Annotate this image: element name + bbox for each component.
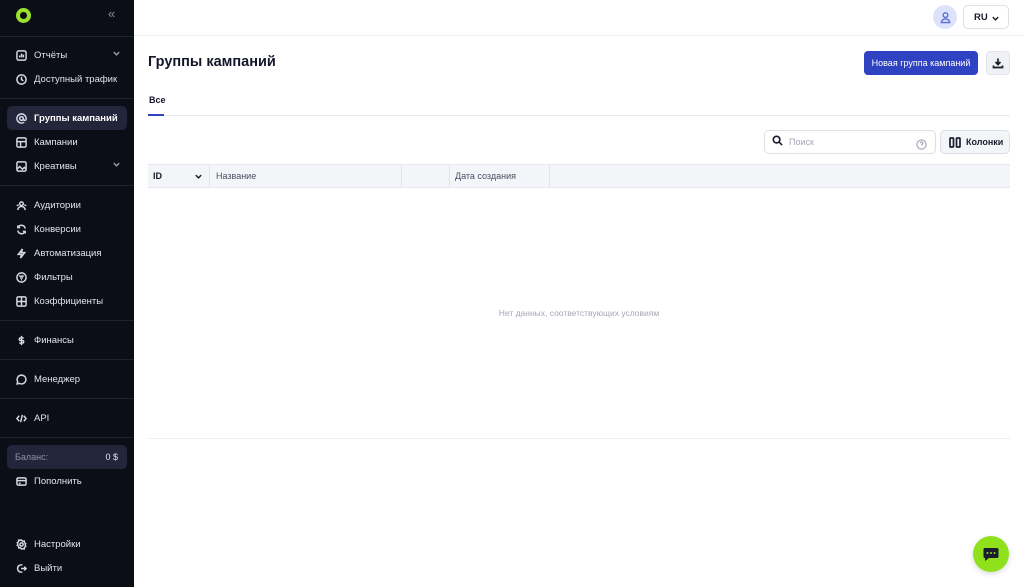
- active-tab-indicator: [148, 114, 164, 116]
- sidebar-divider: [0, 36, 134, 37]
- sidebar-item-label: Креативы: [34, 160, 77, 172]
- top-bar: RU: [134, 0, 1024, 36]
- sidebar-item-label: Кампании: [34, 136, 78, 148]
- sidebar-item-finance[interactable]: Финансы: [7, 328, 127, 352]
- sidebar-item-campaigns[interactable]: Кампании: [7, 130, 127, 154]
- image-icon: [15, 160, 27, 172]
- sidebar-item-label: Аудитории: [34, 199, 81, 211]
- wallet-icon: [15, 475, 27, 487]
- column-header-id[interactable]: ID: [148, 165, 210, 187]
- logo-icon[interactable]: [16, 8, 31, 23]
- balance-value: 0 $: [105, 452, 118, 462]
- sidebar-item-coefficients[interactable]: Коэффициенты: [7, 289, 127, 313]
- column-header-created-date[interactable]: Дата создания: [450, 165, 550, 187]
- sidebar-item-api[interactable]: API: [7, 406, 127, 430]
- sidebar-item-label: Коэффициенты: [34, 295, 104, 307]
- sidebar-item-label: Пополнить: [34, 475, 82, 487]
- download-button[interactable]: [986, 51, 1010, 75]
- sidebar-item-manager[interactable]: Менеджер: [7, 367, 127, 391]
- collapse-sidebar-icon[interactable]: «: [108, 6, 115, 21]
- users-icon: [15, 199, 27, 211]
- sidebar-item-settings[interactable]: Настройки: [7, 532, 127, 556]
- user-icon: [940, 11, 950, 23]
- code-icon: [15, 412, 27, 424]
- download-icon: [992, 58, 1004, 69]
- sidebar-item-audiences[interactable]: Аудитории: [7, 193, 127, 217]
- chevron-down-icon: [992, 16, 999, 21]
- column-header-label: Дата создания: [455, 171, 516, 181]
- sidebar-item-top-up[interactable]: Пополнить: [7, 469, 127, 493]
- language-value: RU: [974, 11, 988, 23]
- user-avatar[interactable]: [933, 5, 957, 29]
- sidebar-item-label: Конверсии: [34, 223, 81, 235]
- search-input[interactable]: [789, 137, 909, 147]
- balance-label: Баланс:: [15, 452, 49, 462]
- column-header-name[interactable]: Название: [210, 165, 402, 187]
- page-title: Группы кампаний: [148, 54, 276, 70]
- at-sign-icon: [15, 112, 27, 124]
- sidebar-item-label: Отчёты: [34, 49, 68, 61]
- chat-bubble-icon: [15, 373, 27, 385]
- columns-button[interactable]: Колонки: [940, 130, 1010, 154]
- sidebar-divider: [0, 320, 134, 321]
- balance-box: Баланс: 0 $: [7, 445, 127, 469]
- grid-icon: [15, 295, 27, 307]
- sidebar-item-label: API: [34, 412, 50, 424]
- sidebar-item-traffic[interactable]: Доступный трафик: [7, 67, 127, 91]
- sidebar-item-campaign-groups[interactable]: Группы кампаний: [7, 106, 127, 130]
- columns-icon: [949, 136, 961, 148]
- logout-icon: [15, 562, 27, 574]
- new-campaign-group-button[interactable]: Новая группа кампаний: [864, 51, 978, 75]
- sidebar: « Отчёты Доступный трафик Группы кампани…: [0, 0, 134, 587]
- gear-icon: [15, 538, 27, 550]
- search-icon: [772, 133, 783, 151]
- tabs: Все: [148, 86, 1010, 116]
- sidebar-item-label: Доступный трафик: [34, 73, 118, 85]
- table-bottom-border: [148, 438, 1010, 439]
- chat-widget-button[interactable]: [973, 536, 1009, 572]
- lightning-icon: [15, 247, 27, 259]
- column-header-blank: [402, 165, 450, 187]
- sidebar-divider: [0, 359, 134, 360]
- chevron-down-icon: [112, 160, 121, 172]
- columns-button-label: Колонки: [966, 137, 1004, 147]
- tab-all[interactable]: Все: [149, 95, 166, 105]
- clock-icon: [15, 73, 27, 85]
- sidebar-divider: [0, 98, 134, 99]
- sidebar-divider: [0, 437, 134, 438]
- chat-icon: [983, 548, 999, 561]
- empty-state-text: Нет данных, соответствующих условиям: [498, 308, 660, 318]
- column-header-label: Название: [216, 171, 257, 181]
- sidebar-item-filters[interactable]: Фильтры: [7, 265, 127, 289]
- sidebar-item-creatives[interactable]: Креативы: [7, 154, 127, 178]
- filter-icon: [15, 271, 27, 283]
- sidebar-item-label: Настройки: [34, 538, 81, 550]
- sidebar-item-label: Автоматизация: [34, 247, 102, 259]
- refresh-icon: [15, 223, 27, 235]
- column-header-label: ID: [153, 171, 162, 181]
- chevron-down-icon: [112, 49, 121, 61]
- sidebar-item-conversions[interactable]: Конверсии: [7, 217, 127, 241]
- chevron-down-icon[interactable]: [194, 172, 203, 181]
- sidebar-divider: [0, 398, 134, 399]
- sidebar-item-label: Менеджер: [34, 373, 81, 385]
- sidebar-item-label: Фильтры: [34, 271, 73, 283]
- sidebar-item-logout[interactable]: Выйти: [7, 556, 127, 580]
- sidebar-item-label: Выйти: [34, 562, 63, 574]
- sidebar-item-label: Финансы: [34, 334, 74, 346]
- search-box: [764, 130, 936, 154]
- language-selector[interactable]: RU: [963, 5, 1009, 29]
- help-icon[interactable]: [916, 137, 927, 155]
- sidebar-item-automation[interactable]: Автоматизация: [7, 241, 127, 265]
- sidebar-divider: [0, 185, 134, 186]
- dollar-icon: [15, 334, 27, 346]
- sidebar-item-reports[interactable]: Отчёты: [7, 43, 127, 67]
- sidebar-item-label: Группы кампаний: [34, 112, 118, 124]
- chart-icon: [15, 49, 27, 61]
- table-header: ID Название Дата создания: [148, 164, 1010, 188]
- layout-icon: [15, 136, 27, 148]
